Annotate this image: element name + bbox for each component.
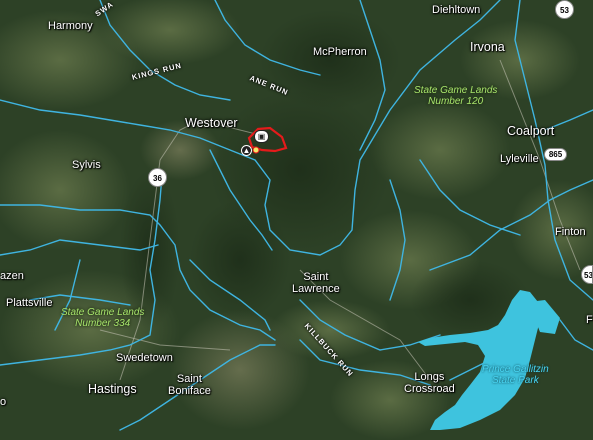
fire-icon[interactable]: ▲	[241, 145, 252, 156]
place-westover: Westover	[185, 116, 238, 130]
route-53-shield-edge: 53	[581, 265, 593, 284]
place-mcpherron: McPherron	[313, 46, 367, 58]
place-harmony: Harmony	[48, 20, 93, 32]
place-finton: Finton	[555, 226, 586, 238]
place-irvona: Irvona	[470, 40, 505, 54]
place-diehltown: Diehltown	[432, 4, 481, 16]
place-longs-crossroad: Longs Crossroad	[404, 371, 455, 395]
place-swedetown: Swedetown	[116, 352, 173, 364]
place-lyleville: Lyleville	[500, 153, 539, 165]
place-hastings: Hastings	[88, 382, 137, 396]
park-sgl-120: State Game Lands Number 120	[414, 85, 498, 107]
place-plattsville: Plattsville	[6, 297, 53, 309]
map-canvas[interactable]: Harmony Diehltown McPherron Irvona Westo…	[0, 0, 593, 440]
place-azen: azen	[0, 270, 24, 282]
route-53-shield: 53	[555, 0, 574, 19]
camera-icon[interactable]: ▣	[254, 130, 269, 143]
park-prince-gallitzin: Prince Gallitzin State Park	[482, 364, 549, 386]
route-36-shield: 36	[148, 168, 167, 187]
place-saint-boniface: Saint Boniface	[168, 373, 211, 397]
place-sylvis: Sylvis	[72, 159, 101, 171]
route-865-shield: 865	[544, 148, 567, 161]
place-saint-lawrence: Saint Lawrence	[292, 271, 340, 295]
park-sgl-334: State Game Lands Number 334	[61, 307, 145, 329]
place-edge-o: o	[0, 396, 7, 408]
place-edge-f: F	[586, 314, 593, 326]
place-coalport: Coalport	[507, 124, 555, 138]
